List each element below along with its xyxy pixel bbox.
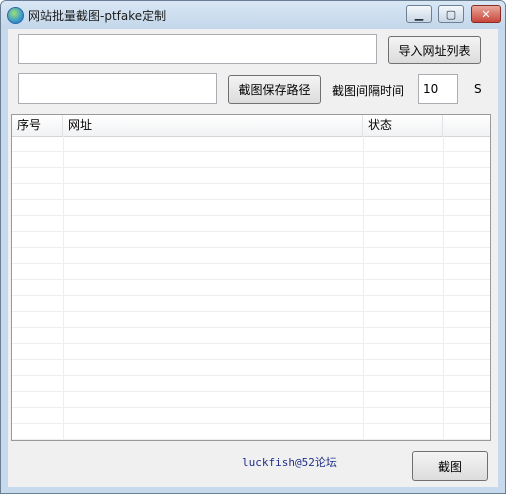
column-divider	[363, 136, 364, 440]
column-divider	[443, 136, 444, 440]
table-row[interactable]	[12, 328, 490, 344]
save-path-input[interactable]	[18, 73, 217, 104]
screenshot-button[interactable]: 截图	[412, 451, 488, 481]
column-header-status[interactable]: 状态	[363, 115, 443, 136]
maximize-icon: ▢	[445, 7, 457, 21]
interval-unit-label: S	[474, 82, 482, 96]
table-row[interactable]	[12, 168, 490, 184]
table-row[interactable]	[12, 280, 490, 296]
window-title: 网站批量截图-ptfake定制	[28, 9, 167, 23]
table-header: 序号 网址 状态	[12, 115, 490, 137]
url-table[interactable]: 序号 网址 状态	[11, 114, 491, 441]
maximize-button[interactable]: ▢	[438, 5, 464, 23]
column-header-extra[interactable]	[443, 115, 490, 136]
table-row[interactable]	[12, 424, 490, 440]
interval-label: 截图间隔时间	[332, 84, 405, 98]
table-row[interactable]	[12, 184, 490, 200]
interval-input[interactable]	[418, 74, 458, 104]
table-row[interactable]	[12, 312, 490, 328]
table-row[interactable]	[12, 264, 490, 280]
client-area: 导入网址列表 截图保存路径 截图间隔时间 S 序号 网址 状态 luckfish…	[8, 29, 498, 487]
table-row[interactable]	[12, 376, 490, 392]
column-header-url[interactable]: 网址	[63, 115, 363, 136]
close-button[interactable]: ✕	[471, 5, 501, 23]
table-row[interactable]	[12, 152, 490, 168]
title-bar[interactable]: 网站批量截图-ptfake定制 ▁ ▢ ✕	[1, 1, 505, 29]
url-list-path-input[interactable]	[18, 34, 377, 64]
import-url-list-button[interactable]: 导入网址列表	[388, 36, 481, 64]
table-row[interactable]	[12, 248, 490, 264]
minimize-button[interactable]: ▁	[406, 5, 432, 23]
table-row[interactable]	[12, 360, 490, 376]
credit-text: luckfish@52论坛	[242, 456, 337, 469]
table-row[interactable]	[12, 408, 490, 424]
minimize-icon: ▁	[414, 7, 424, 21]
app-icon	[7, 7, 24, 24]
table-row[interactable]	[12, 392, 490, 408]
table-row[interactable]	[12, 216, 490, 232]
save-path-button[interactable]: 截图保存路径	[228, 75, 321, 104]
table-row[interactable]	[12, 136, 490, 152]
column-header-index[interactable]: 序号	[12, 115, 63, 136]
table-row[interactable]	[12, 200, 490, 216]
table-row[interactable]	[12, 296, 490, 312]
table-row[interactable]	[12, 344, 490, 360]
app-window: 网站批量截图-ptfake定制 ▁ ▢ ✕ 导入网址列表 截图保存路径 截图间隔…	[0, 0, 506, 494]
close-icon: ✕	[481, 7, 491, 21]
table-row[interactable]	[12, 232, 490, 248]
column-divider	[63, 136, 64, 440]
